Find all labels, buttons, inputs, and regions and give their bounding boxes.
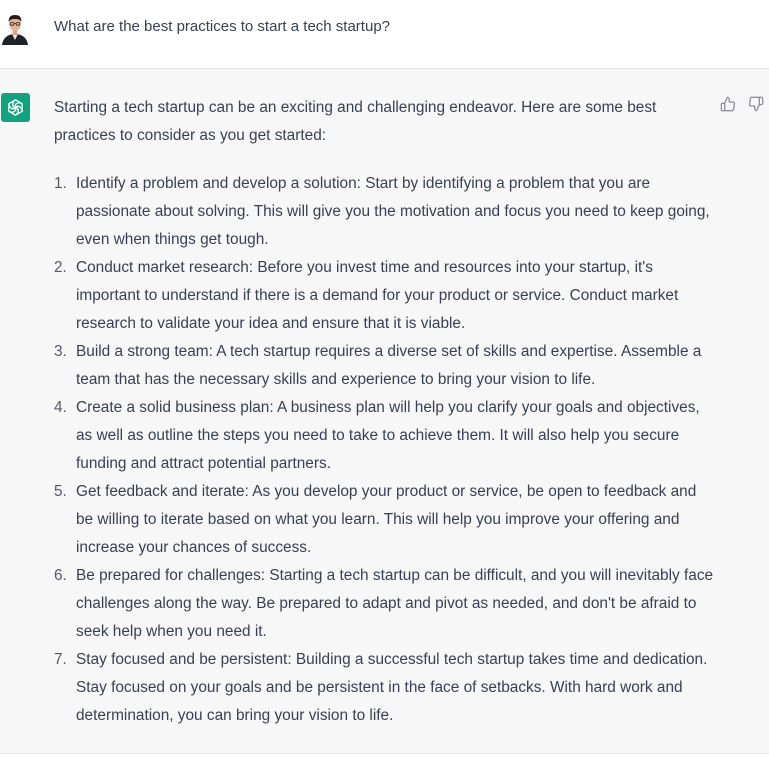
- feedback-buttons: [720, 96, 764, 112]
- openai-logo-icon: [1, 93, 30, 122]
- list-item-number: 1.: [54, 175, 67, 192]
- list-item: 6. Be prepared for challenges: Starting a…: [54, 562, 714, 646]
- list-item: 2. Conduct market research: Before you in…: [54, 254, 714, 338]
- list-item: 1. Identify a problem and develop a solut…: [54, 170, 714, 254]
- list-item-text: Create a solid business plan: A business…: [76, 399, 700, 472]
- list-item: 7. Stay focused and be persistent: Buildi…: [54, 646, 714, 730]
- list-item-text: Conduct market research: Before you inve…: [76, 259, 679, 332]
- list-item-text: Get feedback and iterate: As you develop…: [76, 483, 697, 556]
- list-item: 3. Build a strong team: A tech startup re…: [54, 338, 714, 394]
- list-item-number: 5.: [54, 483, 67, 500]
- user-message-row: What are the best practices to start a t…: [0, 0, 769, 69]
- list-item-text: Be prepared for challenges: Starting a t…: [76, 567, 714, 640]
- list-item-text: Build a strong team: A tech startup requ…: [76, 343, 702, 388]
- user-message-text: What are the best practices to start a t…: [54, 18, 390, 35]
- best-practices-list: 1. Identify a problem and develop a solut…: [54, 170, 714, 730]
- list-item: 5. Get feedback and iterate: As you devel…: [54, 478, 714, 562]
- thumbs-down-icon[interactable]: [748, 96, 764, 112]
- list-item-number: 2.: [54, 259, 67, 276]
- assistant-intro-text: Starting a tech startup can be an exciti…: [54, 99, 657, 144]
- assistant-message-body: Starting a tech startup can be an exciti…: [54, 94, 714, 730]
- list-item-number: 4.: [54, 399, 67, 416]
- list-item: 4. Create a solid business plan: A busine…: [54, 394, 714, 478]
- list-item-number: 7.: [54, 651, 67, 668]
- assistant-message-row: Starting a tech startup can be an exciti…: [0, 69, 769, 754]
- user-avatar: [0, 12, 30, 45]
- list-item-text: Stay focused and be persistent: Building…: [76, 651, 708, 724]
- thumbs-up-icon[interactable]: [720, 96, 736, 112]
- list-item-number: 3.: [54, 343, 67, 360]
- list-item-number: 6.: [54, 567, 67, 584]
- list-item-text: Identify a problem and develop a solutio…: [76, 175, 710, 248]
